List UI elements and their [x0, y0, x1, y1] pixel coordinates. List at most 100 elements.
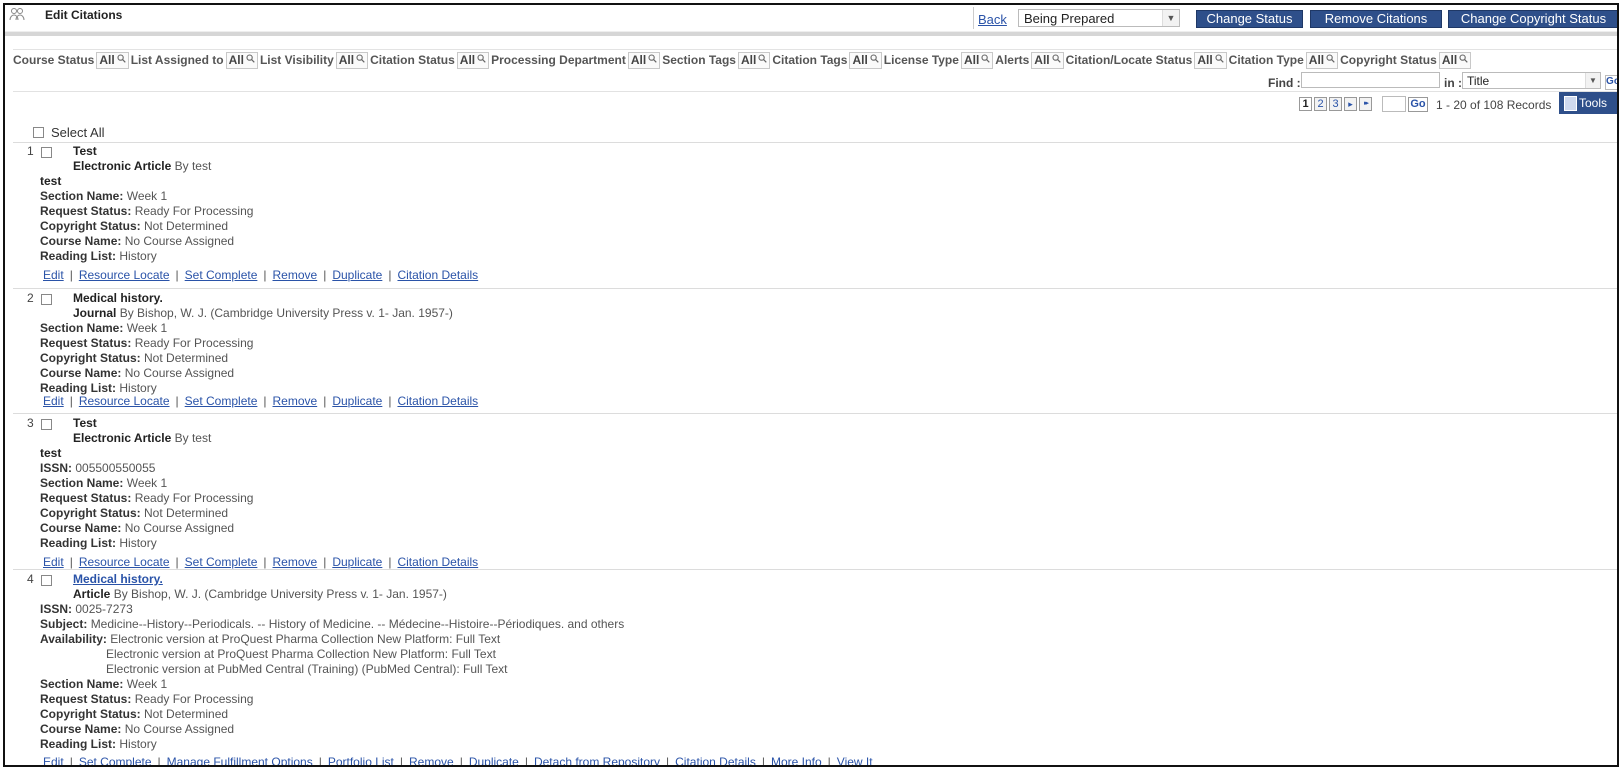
page-2-link[interactable]: 2	[1314, 97, 1327, 111]
filter-value: All	[338, 53, 355, 67]
field-label: Section Name:	[40, 677, 124, 691]
filter-label: Citation Tags	[772, 53, 848, 67]
action-link-resource-locate[interactable]: Resource Locate	[79, 268, 170, 282]
action-link-citation-details[interactable]: Citation Details	[397, 268, 478, 282]
filter-dropdown[interactable]: All	[627, 51, 661, 69]
action-link-edit[interactable]: Edit	[43, 555, 64, 569]
action-link-remove[interactable]: Remove	[409, 755, 454, 765]
separator: |	[399, 755, 403, 767]
course-name: No Course Assigned	[124, 366, 235, 380]
filter-label: Citation/Locate Status	[1065, 53, 1193, 67]
reading-list: History	[119, 381, 157, 395]
search-field-dropdown[interactable]: Title ▼	[1462, 72, 1601, 89]
row-checkbox[interactable]	[41, 419, 52, 430]
separator: |	[388, 268, 392, 282]
field-label: Course Name:	[40, 234, 122, 248]
action-link-resource-locate[interactable]: Resource Locate	[79, 394, 170, 408]
citation-type: Electronic Article	[73, 431, 172, 445]
separator: |	[69, 755, 73, 767]
filter-dropdown[interactable]: All	[1438, 51, 1472, 69]
action-link-detach-from-repository[interactable]: Detach from Repository	[534, 755, 660, 765]
filter-dropdown[interactable]: All	[1031, 51, 1064, 69]
find-input[interactable]	[1301, 72, 1440, 88]
citation-author: By test	[174, 159, 212, 173]
change-copyright-status-button[interactable]: Change Copyright Status	[1448, 10, 1617, 28]
issn: 005500550055	[75, 461, 156, 475]
row-checkbox[interactable]	[41, 575, 52, 586]
action-link-edit[interactable]: Edit	[43, 755, 64, 765]
filter-dropdown[interactable]: All	[456, 51, 490, 69]
citation-subtitle: test	[40, 446, 62, 460]
action-link-more-info[interactable]: More Info	[771, 755, 822, 765]
row-checkbox[interactable]	[41, 294, 52, 305]
action-link-portfolio-list[interactable]: Portfolio List	[328, 755, 394, 765]
next-page-icon[interactable]: ▸	[1344, 97, 1357, 111]
separator: |	[263, 394, 267, 408]
action-link-view-it[interactable]: View It	[837, 755, 873, 765]
filter-dropdown[interactable]: All	[96, 51, 129, 69]
field-label: ISSN:	[40, 602, 73, 616]
filter-bar: Course Status All List Assigned to All List …	[13, 49, 1617, 70]
filter-dropdown[interactable]: All	[849, 51, 882, 69]
filter-dropdown[interactable]: All	[335, 51, 369, 69]
field-label: Reading List:	[40, 737, 117, 751]
page-3-link[interactable]: 3	[1329, 97, 1342, 111]
back-link[interactable]: Back	[978, 12, 1007, 27]
remove-citations-button[interactable]: Remove Citations	[1310, 10, 1442, 28]
action-link-citation-details[interactable]: Citation Details	[397, 394, 478, 408]
page-go-button[interactable]: Go	[1408, 96, 1428, 112]
action-link-duplicate[interactable]: Duplicate	[332, 394, 382, 408]
action-link-manage-fulfillment-options[interactable]: Manage Fulfillment Options	[167, 755, 313, 765]
status-dropdown[interactable]: Being Prepared ▼	[1018, 9, 1180, 27]
action-link-remove[interactable]: Remove	[273, 555, 318, 569]
change-status-button[interactable]: Change Status	[1196, 10, 1303, 28]
filter-dropdown[interactable]: All	[737, 51, 771, 69]
separator: |	[69, 394, 73, 408]
divider	[13, 142, 1617, 143]
action-link-citation-details[interactable]: Citation Details	[397, 555, 478, 569]
action-link-set-complete[interactable]: Set Complete	[185, 268, 258, 282]
select-all-checkbox[interactable]	[33, 127, 44, 138]
page-number-input[interactable]	[1382, 96, 1406, 112]
copyright-status: Not Determined	[144, 707, 229, 721]
filter-value: All	[740, 53, 757, 67]
find-go-button[interactable]: Go	[1605, 75, 1617, 90]
separator: |	[388, 394, 392, 408]
filter-label: Processing Department	[491, 53, 626, 67]
search-icon	[1326, 54, 1335, 66]
action-link-citation-details[interactable]: Citation Details	[675, 755, 756, 765]
action-link-duplicate[interactable]: Duplicate	[332, 555, 382, 569]
filter-value: All	[1308, 53, 1325, 67]
row-checkbox[interactable]	[41, 147, 52, 158]
copyright-status: Not Determined	[144, 506, 229, 520]
filter-dropdown[interactable]: All	[1194, 51, 1227, 69]
course-name: No Course Assigned	[124, 234, 235, 248]
pagination: 1 2 3 ▸ ▸▸ Go	[1299, 96, 1428, 112]
filter-dropdown[interactable]: All	[1305, 51, 1339, 69]
tools-button[interactable]: Tools	[1559, 92, 1617, 114]
last-page-icon[interactable]: ▸▸	[1359, 97, 1372, 111]
row-actions: Edit | Set Complete | Manage Fulfillment Opt…	[43, 755, 873, 767]
separator: |	[69, 268, 73, 282]
action-link-duplicate[interactable]: Duplicate	[469, 755, 519, 765]
citation-row: 3 Test Electronic Article By test test I…	[13, 416, 1613, 569]
filter-dropdown[interactable]: All	[960, 51, 994, 69]
action-link-duplicate[interactable]: Duplicate	[332, 268, 382, 282]
action-link-set-complete[interactable]: Set Complete	[79, 755, 152, 765]
action-link-edit[interactable]: Edit	[43, 268, 64, 282]
filter-value: All	[1197, 53, 1213, 67]
action-link-resource-locate[interactable]: Resource Locate	[79, 555, 170, 569]
action-link-remove[interactable]: Remove	[273, 394, 318, 408]
action-link-set-complete[interactable]: Set Complete	[185, 394, 258, 408]
citation-author: By Bishop, W. J. (Cambridge University P…	[113, 587, 447, 601]
citation-author: By test	[174, 431, 212, 445]
row-number: 1	[27, 144, 34, 158]
action-link-remove[interactable]: Remove	[273, 268, 318, 282]
action-link-set-complete[interactable]: Set Complete	[185, 555, 258, 569]
citation-title-link[interactable]: Medical history.	[73, 572, 447, 587]
filter-value: All	[963, 53, 980, 67]
action-link-edit[interactable]: Edit	[43, 394, 64, 408]
page-1-link[interactable]: 1	[1299, 97, 1312, 111]
filter-dropdown[interactable]: All	[225, 51, 258, 69]
filter-label: Citation Status	[370, 53, 455, 67]
